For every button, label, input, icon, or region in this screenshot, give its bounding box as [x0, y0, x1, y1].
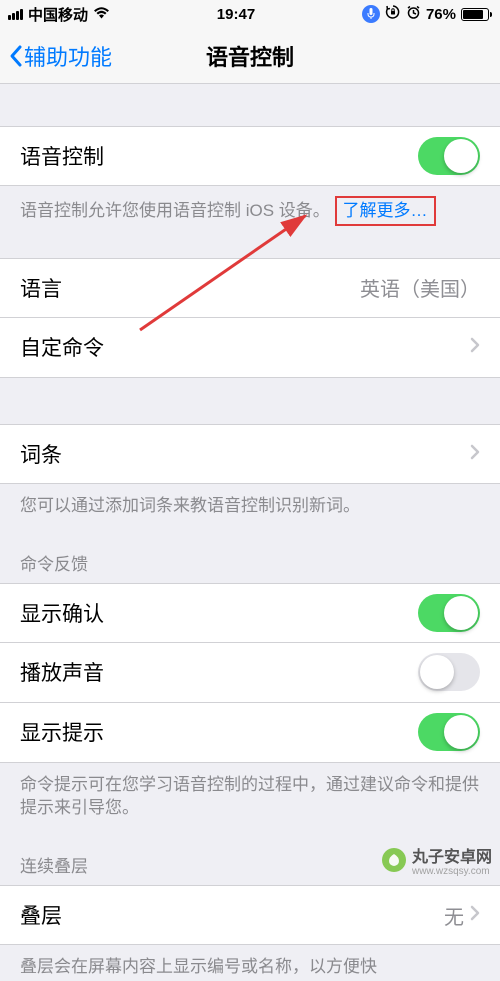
chevron-right-icon — [470, 903, 480, 927]
carrier-label: 中国移动 — [28, 4, 88, 25]
vocabulary-footer: 您可以通过添加词条来教语音控制识别新词。 — [0, 484, 500, 532]
voice-control-label: 语音控制 — [20, 141, 104, 171]
watermark-icon — [382, 848, 406, 872]
wifi-icon — [93, 6, 110, 23]
page-title: 语音控制 — [206, 40, 294, 72]
language-cell[interactable]: 语言 英语（美国） — [0, 258, 500, 318]
watermark-title: 丸子安卓网 — [412, 849, 492, 866]
custom-commands-cell[interactable]: 自定命令 — [0, 318, 500, 378]
status-bar: 中国移动 19:47 76% — [0, 0, 500, 28]
overlay-value: 无 — [444, 901, 464, 930]
learn-more-link[interactable]: 了解更多… — [343, 201, 428, 220]
alarm-icon — [406, 5, 421, 24]
feedback-footer: 命令提示可在您学习语音控制的过程中，通过建议命令和提供提示来引导您。 — [0, 763, 500, 835]
chevron-right-icon — [470, 442, 480, 466]
feedback-header: 命令反馈 — [0, 532, 500, 583]
language-value: 英语（美国） — [360, 273, 480, 302]
voice-control-footer: 语音控制允许您使用语音控制 iOS 设备。 了解更多… — [0, 186, 500, 240]
show-hint-cell[interactable]: 显示提示 — [0, 703, 500, 763]
play-sound-label: 播放声音 — [20, 657, 104, 687]
status-time: 19:47 — [217, 6, 255, 23]
watermark-url: www.wzsqsy.com — [412, 867, 492, 877]
back-label: 辅助功能 — [24, 40, 112, 72]
show-hint-label: 显示提示 — [20, 717, 104, 747]
overlay-label: 叠层 — [20, 900, 62, 930]
back-button[interactable]: 辅助功能 — [8, 40, 112, 72]
battery-percent: 76% — [426, 6, 456, 23]
voice-control-toggle-cell[interactable]: 语音控制 — [0, 126, 500, 186]
show-confirm-label: 显示确认 — [20, 598, 104, 628]
orientation-lock-icon — [385, 4, 401, 24]
overlay-cell[interactable]: 叠层 无 — [0, 885, 500, 945]
battery-icon — [461, 8, 492, 21]
chevron-right-icon — [470, 335, 480, 359]
signal-icon — [8, 9, 23, 20]
voice-control-switch[interactable] — [418, 137, 480, 175]
show-hint-switch[interactable] — [418, 713, 480, 751]
play-sound-cell[interactable]: 播放声音 — [0, 643, 500, 703]
show-confirm-cell[interactable]: 显示确认 — [0, 583, 500, 643]
overlay-footer: 叠层会在屏幕内容上显示编号或名称，以方便快 — [0, 945, 500, 981]
language-label: 语言 — [20, 273, 62, 303]
show-confirm-switch[interactable] — [418, 594, 480, 632]
chevron-left-icon — [8, 44, 24, 68]
vocabulary-cell[interactable]: 词条 — [0, 424, 500, 484]
play-sound-switch[interactable] — [418, 653, 480, 691]
custom-commands-label: 自定命令 — [20, 332, 104, 362]
voice-control-status-icon — [362, 5, 380, 23]
watermark: 丸子安卓网 www.wzsqsy.com — [382, 843, 492, 877]
vocabulary-label: 词条 — [20, 439, 62, 469]
nav-bar: 辅助功能 语音控制 — [0, 28, 500, 84]
